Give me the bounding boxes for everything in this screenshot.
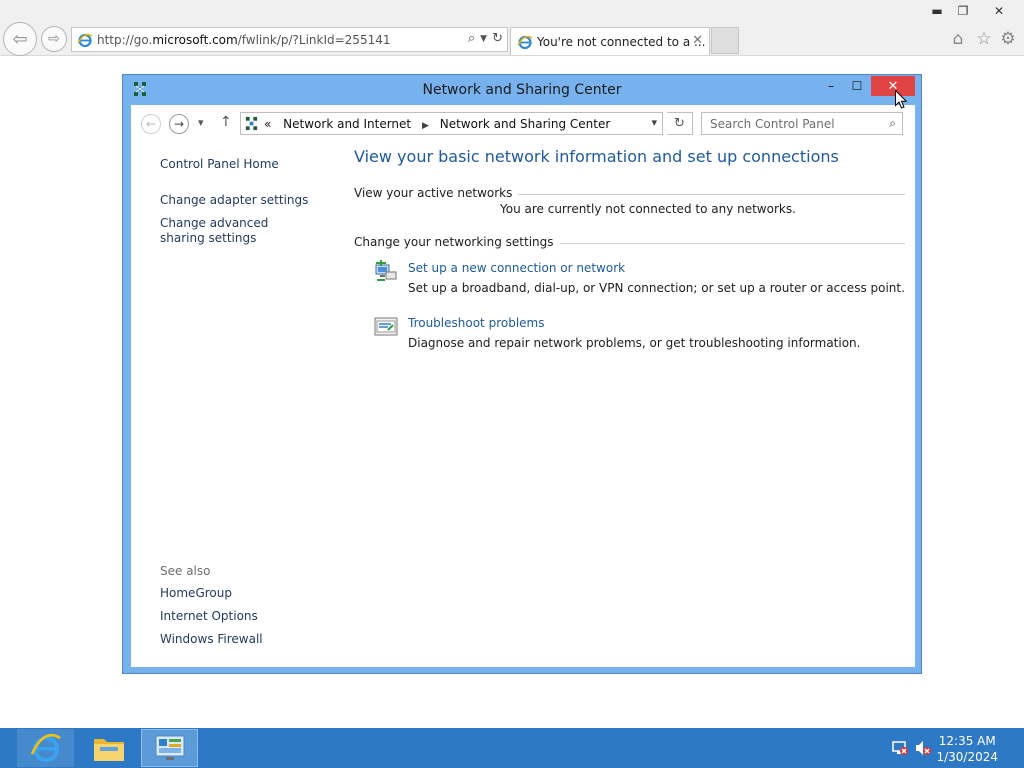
window-minimize-button[interactable]: – — [821, 76, 841, 96]
see-also-label: See also — [160, 564, 211, 578]
tools-gear-icon[interactable]: ⚙ — [997, 28, 1019, 50]
address-dropdown-icon[interactable]: ▾ — [651, 116, 657, 129]
no-networks-message: You are currently not connected to any n… — [500, 202, 796, 216]
cp-forward-button[interactable]: → — [169, 114, 189, 134]
troubleshoot-problems-link[interactable]: Troubleshoot problems — [408, 316, 544, 330]
window-title: Network and Sharing Center — [422, 82, 622, 98]
forward-arrow-icon: → — [173, 117, 185, 131]
troubleshoot-icon — [374, 317, 398, 336]
browser-forward-button[interactable]: ⇨ — [41, 26, 67, 52]
active-networks-section: View your active networks — [354, 186, 905, 202]
change-settings-section: Change your networking settings — [354, 235, 905, 251]
cp-refresh-button[interactable]: ↻ — [667, 112, 693, 135]
back-arrow-icon: ← — [145, 117, 157, 131]
favorites-star-icon[interactable]: ☆ — [973, 28, 995, 50]
search-placeholder: Search Control Panel — [710, 117, 835, 131]
window-maximize-button[interactable]: ☐ — [847, 76, 867, 96]
control-panel-home-link[interactable]: Control Panel Home — [160, 157, 279, 172]
home-icon[interactable]: ⌂ — [947, 28, 969, 50]
refresh-icon[interactable]: ↻ — [492, 31, 503, 46]
mouse-pointer-icon — [895, 90, 907, 109]
browser-tab[interactable]: You're not connected to a ... ✕ — [510, 27, 710, 55]
back-arrow-icon: ⇦ — [12, 28, 28, 50]
recent-pages-dropdown[interactable]: ▾ — [198, 116, 204, 129]
breadcrumb-network-and-internet[interactable]: Network and Internet — [283, 117, 411, 131]
volume-muted-icon[interactable] — [914, 740, 932, 756]
tab-close-icon[interactable]: ✕ — [692, 33, 703, 48]
page-title: View your basic network information and … — [354, 147, 839, 166]
network-status-icon[interactable] — [891, 740, 909, 756]
taskbar-file-explorer[interactable] — [80, 729, 137, 767]
taskbar: 12:35 AM 1/30/2024 — [0, 728, 1024, 768]
taskbar-control-panel[interactable] — [141, 729, 198, 767]
file-explorer-icon — [93, 739, 124, 761]
address-text: http://go.microsoft.com/fwlink/p/?LinkId… — [97, 33, 391, 47]
network-setup-icon — [375, 260, 397, 281]
ie-logo-icon — [77, 33, 93, 48]
system-clock[interactable]: 12:35 AM 1/30/2024 — [936, 733, 998, 765]
setup-connection-description: Set up a broadband, dial-up, or VPN conn… — [408, 281, 905, 295]
search-icon[interactable]: ⌕ — [889, 116, 896, 131]
cp-back-button[interactable]: ← — [141, 114, 161, 134]
breadcrumb-network-sharing-center[interactable]: Network and Sharing Center — [440, 117, 611, 131]
breadcrumb-separator-icon[interactable]: ▶ — [422, 121, 429, 131]
cp-address-bar[interactable]: « Network and Internet ▶ Network and Sha… — [240, 112, 663, 135]
network-location-icon — [245, 116, 258, 131]
window-client-area: ← → ▾ ↑ « Network and Internet ▶ Network… — [131, 105, 915, 667]
window-close-button[interactable]: ✕ — [871, 76, 915, 96]
internet-explorer-icon — [30, 733, 61, 762]
address-bar[interactable]: http://go.microsoft.com/fwlink/p/?LinkId… — [71, 27, 508, 52]
chevron-down-icon[interactable]: ▼ — [480, 31, 487, 46]
search-control-panel-input[interactable]: Search Control Panel ⌕ — [701, 112, 903, 135]
refresh-icon: ↻ — [674, 116, 685, 131]
clock-date: 1/30/2024 — [936, 750, 998, 764]
homegroup-link[interactable]: HomeGroup — [160, 586, 232, 601]
browser-close-button[interactable]: ✕ — [984, 0, 1014, 22]
tab-title: You're not connected to a ... — [537, 35, 706, 49]
windows-firewall-link[interactable]: Windows Firewall — [160, 632, 263, 647]
up-arrow-icon[interactable]: ↑ — [220, 114, 232, 130]
change-advanced-sharing-link[interactable]: Change advanced sharing settings — [160, 216, 310, 246]
browser-restore-button[interactable]: ❐ — [948, 0, 978, 22]
browser-toolbar: ▬ ❐ ✕ ⇦ ⇨ http://go.microsoft.com/fwlink… — [0, 0, 1024, 56]
troubleshoot-description: Diagnose and repair network problems, or… — [408, 336, 861, 350]
new-tab-button[interactable] — [711, 27, 739, 54]
internet-options-link[interactable]: Internet Options — [160, 609, 258, 624]
browser-back-button[interactable]: ⇦ — [3, 22, 37, 56]
control-panel-icon — [155, 735, 184, 760]
setup-connection-link[interactable]: Set up a new connection or network — [408, 261, 625, 275]
taskbar-internet-explorer[interactable] — [17, 729, 74, 767]
network-sharing-center-window: Network and Sharing Center – ☐ ✕ ← → ▾ ↑… — [122, 74, 922, 674]
ie-logo-icon — [517, 35, 533, 50]
forward-arrow-icon: ⇨ — [48, 31, 60, 47]
crumb-overflow[interactable]: « — [264, 117, 271, 131]
clock-time: 12:35 AM — [938, 734, 996, 748]
search-icon[interactable]: ⌕ — [468, 31, 475, 46]
change-adapter-settings-link[interactable]: Change adapter settings — [160, 193, 308, 208]
